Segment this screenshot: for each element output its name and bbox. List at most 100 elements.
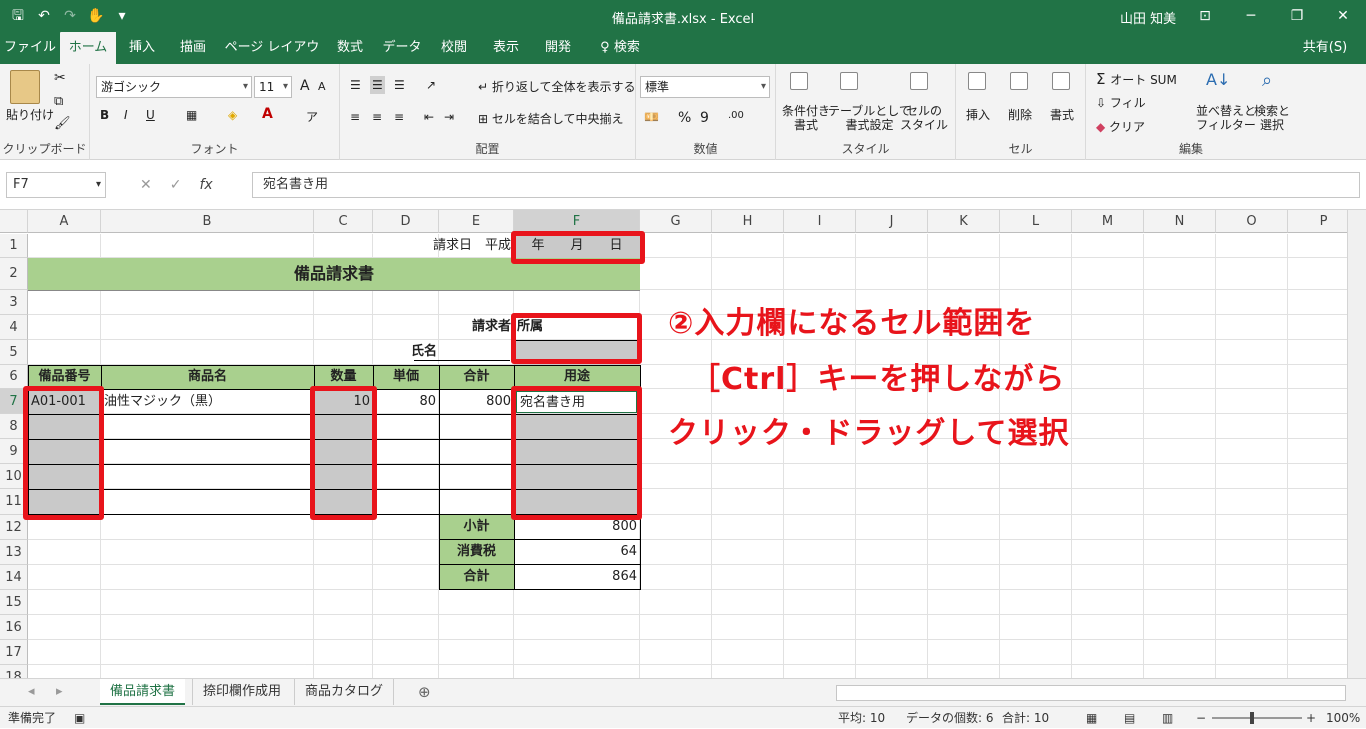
column-header-A[interactable]: A: [28, 210, 101, 233]
align-top-icon[interactable]: ☰: [350, 78, 361, 92]
row-header-18[interactable]: 18: [0, 665, 28, 678]
column-header-H[interactable]: H: [712, 210, 784, 233]
zoom-slider-thumb[interactable]: [1250, 712, 1254, 724]
row-header-14[interactable]: 14: [0, 565, 28, 590]
row-header-3[interactable]: 3: [0, 290, 28, 315]
column-header-C[interactable]: C: [314, 210, 373, 233]
column-header-O[interactable]: O: [1216, 210, 1288, 233]
find-select-button[interactable]: 検索と 選択: [1254, 104, 1290, 132]
restore-icon[interactable]: ❐: [1274, 0, 1320, 32]
copy-icon[interactable]: ⧉: [54, 94, 63, 109]
tab-view[interactable]: 表示: [484, 32, 528, 64]
row-header-4[interactable]: 4: [0, 315, 28, 340]
align-center-icon[interactable]: ≡: [372, 110, 382, 124]
delete-cells-button[interactable]: 削除: [1008, 106, 1032, 123]
delete-cells-icon[interactable]: [1010, 72, 1028, 90]
tab-file[interactable]: ファイル: [4, 32, 56, 64]
sort-filter-button[interactable]: 並べ替えと フィルター: [1196, 104, 1256, 132]
percent-button[interactable]: %: [678, 110, 691, 126]
row-header-1[interactable]: 1: [0, 234, 28, 258]
column-header-F[interactable]: F: [514, 210, 640, 233]
tab-insert[interactable]: 挿入: [122, 32, 162, 64]
column-header-G[interactable]: G: [640, 210, 712, 233]
column-header-K[interactable]: K: [928, 210, 1000, 233]
clear-button[interactable]: ◆ クリア: [1096, 118, 1145, 135]
cell-styles-button[interactable]: セルの スタイル: [900, 104, 948, 132]
font-color-icon[interactable]: A: [262, 106, 273, 122]
format-as-table-button[interactable]: テーブルとして 書式設定: [828, 104, 911, 132]
tab-data[interactable]: データ: [380, 32, 424, 64]
row-header-17[interactable]: 17: [0, 640, 28, 665]
currency-icon[interactable]: 💴: [644, 110, 659, 124]
cut-icon[interactable]: ✂: [54, 70, 66, 86]
normal-view-icon[interactable]: ▦: [1086, 707, 1097, 729]
format-cells-icon[interactable]: [1052, 72, 1070, 90]
format-cells-button[interactable]: 書式: [1050, 106, 1074, 123]
increase-indent-icon[interactable]: ⇥: [444, 110, 454, 124]
wrap-text-button[interactable]: ↵ 折り返して全体を表示する: [478, 78, 636, 95]
row-header-13[interactable]: 13: [0, 540, 28, 565]
row-header-16[interactable]: 16: [0, 615, 28, 640]
shrink-font-button[interactable]: A: [318, 80, 326, 93]
column-header-N[interactable]: N: [1144, 210, 1216, 233]
tab-draw[interactable]: 描画: [170, 32, 216, 64]
comma-button[interactable]: 9: [700, 110, 709, 126]
border-icon[interactable]: ▦: [186, 108, 197, 122]
insert-cells-button[interactable]: 挿入: [966, 106, 990, 123]
vertical-scrollbar[interactable]: [1347, 210, 1366, 678]
scroll-tabs-left-icon[interactable]: ◂: [18, 679, 45, 705]
bold-button[interactable]: B: [100, 108, 109, 122]
cell-E7[interactable]: 800: [439, 390, 514, 414]
macro-record-icon[interactable]: ▣: [74, 707, 85, 729]
font-size-select[interactable]: 11: [254, 76, 292, 98]
cell-B7[interactable]: 油性マジック（黒）: [101, 390, 314, 414]
scroll-tabs-right-icon[interactable]: ▸: [46, 679, 73, 705]
share-button[interactable]: 共有(S): [1290, 32, 1360, 64]
autosum-button[interactable]: Σ オート SUM: [1096, 70, 1177, 88]
zoom-out-icon[interactable]: −: [1196, 707, 1206, 729]
paste-button[interactable]: 貼り付け: [6, 106, 54, 123]
row-header-2[interactable]: 2: [0, 258, 28, 290]
conditional-format-icon[interactable]: [790, 72, 808, 90]
page-break-view-icon[interactable]: ▥: [1162, 707, 1173, 729]
cell-F13[interactable]: 64: [514, 540, 640, 564]
find-icon[interactable]: ⌕: [1262, 70, 1272, 91]
zoom-in-icon[interactable]: +: [1306, 707, 1316, 729]
align-bottom-icon[interactable]: ☰: [394, 78, 405, 92]
italic-button[interactable]: I: [124, 108, 128, 122]
column-header-D[interactable]: D: [373, 210, 439, 233]
format-table-icon[interactable]: [840, 72, 858, 90]
column-header-M[interactable]: M: [1072, 210, 1144, 233]
close-icon[interactable]: ✕: [1320, 0, 1366, 32]
phonetic-icon[interactable]: ア: [306, 108, 318, 125]
column-header-L[interactable]: L: [1000, 210, 1072, 233]
underline-button[interactable]: U: [146, 108, 155, 122]
format-painter-icon[interactable]: 🖌: [54, 116, 71, 131]
orientation-icon[interactable]: ↗: [426, 78, 436, 92]
decrease-indent-icon[interactable]: ⇤: [424, 110, 434, 124]
cancel-icon[interactable]: ✕: [140, 172, 152, 198]
tab-home[interactable]: ホーム: [60, 32, 116, 64]
cell-F14[interactable]: 864: [514, 565, 640, 589]
formula-input[interactable]: 宛名書き用: [252, 172, 1360, 198]
user-name[interactable]: 山田 知美: [1120, 8, 1176, 27]
sheet-tab-catalog[interactable]: 商品カタログ: [294, 679, 395, 705]
align-right-icon[interactable]: ≡: [394, 110, 404, 124]
font-name-select[interactable]: 游ゴシック: [96, 76, 252, 98]
ribbon-display-icon[interactable]: ⊡: [1182, 0, 1228, 32]
row-header-5[interactable]: 5: [0, 340, 28, 365]
cell-style-icon[interactable]: [910, 72, 928, 90]
align-middle-icon[interactable]: ☰: [370, 76, 385, 94]
tab-developer[interactable]: 開発: [536, 32, 580, 64]
minimize-icon[interactable]: ─: [1228, 0, 1274, 32]
name-box[interactable]: F7: [6, 172, 106, 198]
add-sheet-icon[interactable]: ⊕: [408, 679, 441, 705]
insert-cells-icon[interactable]: [968, 72, 986, 90]
sort-icon[interactable]: A↓: [1206, 70, 1230, 89]
column-header-J[interactable]: J: [856, 210, 928, 233]
page-layout-view-icon[interactable]: ▤: [1124, 707, 1135, 729]
cell-D7[interactable]: 80: [373, 390, 439, 414]
tab-search[interactable]: ♀ 検索: [590, 32, 650, 64]
worksheet-grid[interactable]: ABCDEFGHIJKLMNOP 1 2 3 4 5 6 7 8 9 10 11 12 13 14 15 16…: [0, 210, 1366, 678]
tab-formulas[interactable]: 数式: [328, 32, 372, 64]
